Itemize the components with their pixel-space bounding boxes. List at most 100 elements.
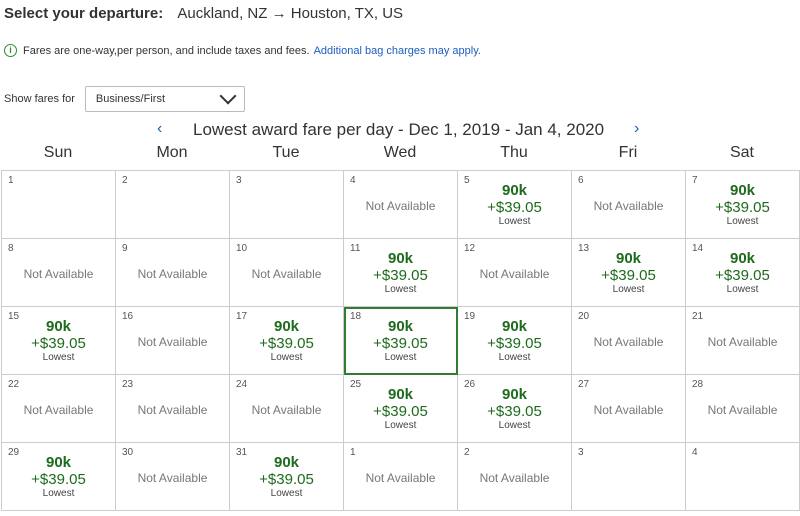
fare-lowest-tag: Lowest bbox=[42, 488, 75, 499]
calendar-week: 8 Not Available 9 Not Available 10 Not Availa… bbox=[2, 239, 800, 307]
weekday-sun: Sun bbox=[43, 144, 73, 161]
weekday-tue: Tue bbox=[272, 144, 300, 161]
day-number: 21 bbox=[692, 311, 704, 322]
fare-lowest-tag: Lowest bbox=[498, 420, 531, 431]
calendar-day[interactable]: 5 90k +$39.05 Lowest bbox=[458, 171, 572, 239]
not-available-text: Not Available bbox=[365, 471, 436, 485]
day-number: 12 bbox=[464, 243, 476, 254]
not-available-text: Not Available bbox=[251, 403, 322, 417]
fare-tax: +$39.05 bbox=[487, 199, 542, 216]
not-available-text: Not Available bbox=[23, 267, 94, 281]
fare-tax: +$39.05 bbox=[715, 199, 770, 216]
calendar-day[interactable]: 25 90k +$39.05 Lowest bbox=[344, 375, 458, 443]
calendar-week: 15 90k +$39.05 Lowest 16 Not Available 17 90k +$… bbox=[2, 307, 800, 375]
fare-tax: +$39.05 bbox=[487, 403, 542, 420]
calendar-day[interactable]: 14 90k +$39.05 Lowest bbox=[686, 239, 800, 307]
calendar-day[interactable]: 13 90k +$39.05 Lowest bbox=[572, 239, 686, 307]
calendar-day[interactable]: 7 90k +$39.05 Lowest bbox=[686, 171, 800, 239]
fare-miles: 90k bbox=[273, 454, 300, 471]
fare-info-block: 90k +$39.05 Lowest bbox=[344, 318, 457, 364]
not-available-text: Not Available bbox=[593, 199, 664, 213]
day-number: 8 bbox=[8, 243, 14, 254]
fare-lowest-tag: Lowest bbox=[270, 352, 303, 363]
day-number: 27 bbox=[578, 379, 590, 390]
fare-miles: 90k bbox=[615, 250, 642, 267]
fare-info: i Fares are one-way, per person, and inc… bbox=[4, 44, 481, 57]
fare-tax: +$39.05 bbox=[31, 335, 86, 352]
fare-miles: 90k bbox=[387, 250, 414, 267]
calendar-title: Lowest award fare per day - Dec 1, 2019 … bbox=[193, 120, 605, 139]
fare-info-block: 90k +$39.05 Lowest bbox=[458, 318, 571, 364]
calendar-day[interactable]: 19 90k +$39.05 Lowest bbox=[458, 307, 572, 375]
calendar-day[interactable]: 29 90k +$39.05 Lowest bbox=[2, 443, 116, 511]
not-available-text: Not Available bbox=[593, 335, 664, 349]
calendar-day: 23 Not Available bbox=[116, 375, 230, 443]
calendar-week: 29 90k +$39.05 Lowest 30 Not Available 31 90k +$… bbox=[2, 443, 800, 511]
fare-miles: 90k bbox=[501, 182, 528, 199]
fare-info-block: 90k +$39.05 Lowest bbox=[572, 250, 685, 296]
cabin-select[interactable]: Business/First bbox=[84, 86, 245, 112]
fare-info-block: 90k +$39.05 Lowest bbox=[230, 318, 343, 364]
calendar-grid: 1 2 3 4 Not Available 5 90k +$39.05 Lowest 6 Not A… bbox=[1, 170, 800, 511]
day-number: 1 bbox=[8, 175, 14, 186]
day-number: 6 bbox=[578, 175, 584, 186]
calendar-day[interactable]: 26 90k +$39.05 Lowest bbox=[458, 375, 572, 443]
not-available-text: Not Available bbox=[479, 471, 550, 485]
calendar-day[interactable]: 15 90k +$39.05 Lowest bbox=[2, 307, 116, 375]
fare-tax: +$39.05 bbox=[373, 267, 428, 284]
calendar-day: 10 Not Available bbox=[230, 239, 344, 307]
fare-tax: +$39.05 bbox=[601, 267, 656, 284]
day-number: 30 bbox=[122, 447, 134, 458]
calendar-day[interactable]: 17 90k +$39.05 Lowest bbox=[230, 307, 344, 375]
fare-miles: 90k bbox=[729, 182, 756, 199]
fare-tax: +$39.05 bbox=[715, 267, 770, 284]
not-available-text: Not Available bbox=[137, 267, 208, 281]
next-month-button[interactable]: › bbox=[634, 120, 639, 138]
calendar-day[interactable]: 11 90k +$39.05 Lowest bbox=[344, 239, 458, 307]
day-number: 28 bbox=[692, 379, 704, 390]
day-number: 4 bbox=[692, 447, 698, 458]
weekday-mon: Mon bbox=[156, 144, 188, 161]
fare-info-block: 90k +$39.05 Lowest bbox=[344, 386, 457, 432]
fare-info-block: 90k +$39.05 Lowest bbox=[230, 454, 343, 500]
not-available-text: Not Available bbox=[137, 335, 208, 349]
not-available-text: Not Available bbox=[593, 403, 664, 417]
weekday-fri: Fri bbox=[618, 144, 638, 161]
fare-lowest-tag: Lowest bbox=[384, 420, 417, 431]
calendar-day: 22 Not Available bbox=[2, 375, 116, 443]
calendar-day[interactable]: 18 90k +$39.05 Lowest bbox=[344, 307, 458, 375]
calendar-day: 12 Not Available bbox=[458, 239, 572, 307]
fare-info-bold: Fares are one-way, bbox=[23, 44, 117, 57]
calendar-day: 27 Not Available bbox=[572, 375, 686, 443]
fare-tax: +$39.05 bbox=[487, 335, 542, 352]
calendar-day: 1 bbox=[2, 171, 116, 239]
calendar-day: 16 Not Available bbox=[116, 307, 230, 375]
fare-lowest-tag: Lowest bbox=[384, 352, 417, 363]
day-number: 10 bbox=[236, 243, 248, 254]
day-number: 1 bbox=[350, 447, 356, 458]
chevron-down-icon bbox=[219, 87, 237, 105]
fare-info-block: 90k +$39.05 Lowest bbox=[458, 182, 571, 228]
day-number: 4 bbox=[350, 175, 356, 186]
fare-lowest-tag: Lowest bbox=[270, 488, 303, 499]
prev-month-button[interactable]: ‹ bbox=[157, 120, 162, 138]
fare-tax: +$39.05 bbox=[373, 335, 428, 352]
fare-miles: 90k bbox=[45, 454, 72, 471]
calendar-day: 9 Not Available bbox=[116, 239, 230, 307]
fare-tax: +$39.05 bbox=[259, 471, 314, 488]
bag-charges-link[interactable]: Additional bag charges may apply. bbox=[314, 45, 481, 57]
not-available-text: Not Available bbox=[365, 199, 436, 213]
not-available-text: Not Available bbox=[23, 403, 94, 417]
fare-info-block: 90k +$39.05 Lowest bbox=[2, 318, 115, 364]
calendar-day[interactable]: 31 90k +$39.05 Lowest bbox=[230, 443, 344, 511]
fare-miles: 90k bbox=[501, 386, 528, 403]
day-number: 16 bbox=[122, 311, 134, 322]
day-number: 23 bbox=[122, 379, 134, 390]
fare-info-block: 90k +$39.05 Lowest bbox=[458, 386, 571, 432]
departure-label: Select your departure: bbox=[4, 5, 164, 22]
fare-tax: +$39.05 bbox=[31, 471, 86, 488]
not-available-text: Not Available bbox=[707, 403, 778, 417]
day-number: 22 bbox=[8, 379, 20, 390]
day-number: 9 bbox=[122, 243, 128, 254]
info-icon: i bbox=[4, 44, 17, 57]
